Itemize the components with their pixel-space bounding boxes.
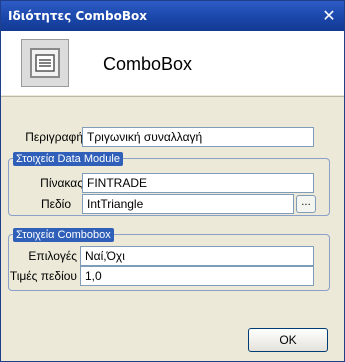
table-label: Πίνακας bbox=[40, 176, 83, 190]
description-label: Περιγραφή bbox=[25, 130, 83, 144]
field-label: Πεδίο bbox=[40, 197, 71, 211]
ok-button[interactable]: OK bbox=[248, 328, 328, 352]
field-values-label: Τιμές πεδίου bbox=[9, 269, 77, 283]
combobox-properties-dialog: Ιδιότητες ComboBox ✕ ComboBox Περιγραφή … bbox=[0, 0, 345, 362]
title-bar[interactable]: Ιδιότητες ComboBox ✕ bbox=[1, 1, 344, 31]
table-input[interactable]: FINTRADE bbox=[82, 173, 314, 193]
window-title: Ιδιότητες ComboBox bbox=[8, 9, 147, 23]
combobox-icon-frame bbox=[30, 48, 60, 78]
options-input[interactable]: Ναί,Όχι bbox=[80, 246, 314, 266]
data-module-legend: Στοιχεία Data Module bbox=[13, 152, 123, 166]
header-separator bbox=[1, 96, 344, 97]
field-values-input[interactable]: 1,0 bbox=[80, 266, 314, 286]
combobox-icon bbox=[21, 39, 69, 87]
field-input[interactable]: IntTriangle bbox=[82, 194, 294, 214]
browse-button[interactable]: ... bbox=[296, 195, 316, 213]
options-label: Επιλογές bbox=[28, 249, 77, 263]
list-glyph-icon bbox=[35, 54, 55, 72]
close-icon[interactable]: ✕ bbox=[320, 7, 338, 25]
combobox-legend: Στοιχεία Combobox bbox=[13, 228, 114, 242]
dialog-heading: ComboBox bbox=[103, 54, 193, 74]
description-input[interactable]: Τριγωνική συναλλαγή bbox=[82, 127, 314, 147]
